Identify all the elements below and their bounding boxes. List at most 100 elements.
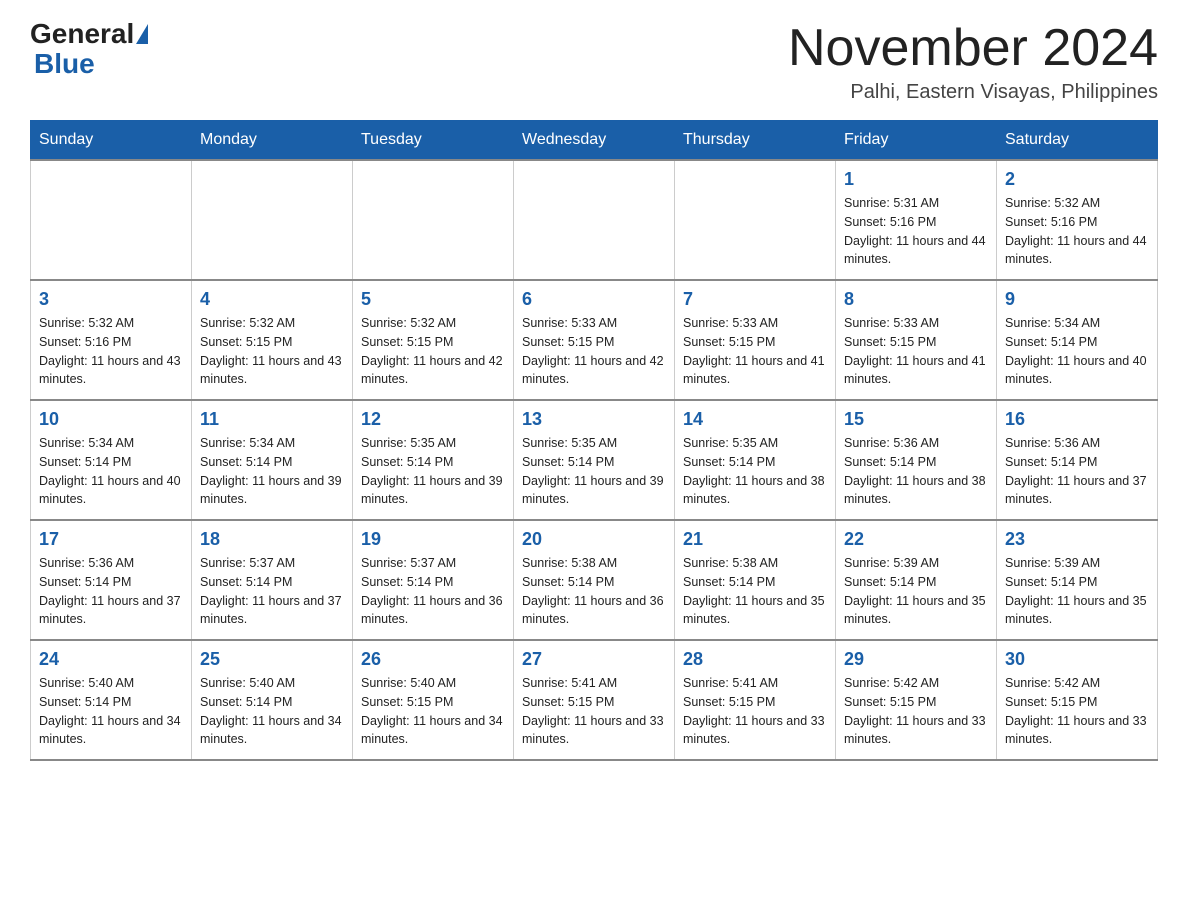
day-info: Sunrise: 5:40 AMSunset: 5:14 PMDaylight:… [39,674,183,749]
header-wednesday: Wednesday [514,121,675,161]
day-number: 4 [200,289,344,310]
day-info: Sunrise: 5:32 AMSunset: 5:16 PMDaylight:… [39,314,183,389]
logo-triangle-icon [136,24,148,44]
day-cell-w5-d7: 30 Sunrise: 5:42 AMSunset: 5:15 PMDayligh… [997,640,1158,760]
day-number: 22 [844,529,988,550]
day-cell-w3-d7: 16Sunrise: 5:36 AMSunset: 5:14 PMDayligh… [997,400,1158,520]
day-number: 19 [361,529,505,550]
day-number: 16 [1005,409,1149,430]
day-info: Sunrise: 5:33 AMSunset: 5:15 PMDaylight:… [844,314,988,389]
week-row-3: 10 Sunrise: 5:34 AMSunset: 5:14 PMDayligh… [31,400,1158,520]
day-cell-w1-d5 [675,160,836,280]
day-info: Sunrise: 5:35 AMSunset: 5:14 PMDaylight:… [361,434,505,509]
day-number: 6 [522,289,666,310]
day-number: 5 [361,289,505,310]
day-cell-w4-d7: 23Sunrise: 5:39 AMSunset: 5:14 PMDayligh… [997,520,1158,640]
day-cell-w4-d4: 20 Sunrise: 5:38 AMSunset: 5:14 PMDayligh… [514,520,675,640]
day-cell-w5-d4: 27Sunrise: 5:41 AMSunset: 5:15 PMDayligh… [514,640,675,760]
day-number: 25 [200,649,344,670]
day-info: Sunrise: 5:36 AMSunset: 5:14 PMDaylight:… [844,434,988,509]
day-info: Sunrise: 5:34 AMSunset: 5:14 PMDaylight:… [1005,314,1149,389]
day-number: 28 [683,649,827,670]
day-cell-w3-d4: 13 Sunrise: 5:35 AMSunset: 5:14 PMDayligh… [514,400,675,520]
title-area: November 2024 Palhi, Eastern Visayas, Ph… [788,20,1158,104]
logo-blue-text: Blue [34,48,95,79]
day-info: Sunrise: 5:40 AMSunset: 5:14 PMDaylight:… [200,674,344,749]
day-number: 1 [844,169,988,190]
page-header: General Blue November 2024 Palhi, Easter… [30,20,1158,104]
header-sunday: Sunday [31,121,192,161]
week-row-1: 1 Sunrise: 5:31 AMSunset: 5:16 PMDaylight… [31,160,1158,280]
day-cell-w3-d5: 14 Sunrise: 5:35 AMSunset: 5:14 PMDayligh… [675,400,836,520]
day-info: Sunrise: 5:38 AMSunset: 5:14 PMDaylight:… [522,554,666,629]
day-cell-w5-d2: 25 Sunrise: 5:40 AMSunset: 5:14 PMDayligh… [192,640,353,760]
day-info: Sunrise: 5:41 AMSunset: 5:15 PMDaylight:… [683,674,827,749]
day-info: Sunrise: 5:32 AMSunset: 5:16 PMDaylight:… [1005,194,1149,269]
day-cell-w5-d5: 28 Sunrise: 5:41 AMSunset: 5:15 PMDayligh… [675,640,836,760]
calendar-table: Sunday Monday Tuesday Wednesday Thursday… [30,120,1158,761]
day-number: 7 [683,289,827,310]
location-subtitle: Palhi, Eastern Visayas, Philippines [788,81,1158,104]
day-info: Sunrise: 5:34 AMSunset: 5:14 PMDaylight:… [200,434,344,509]
day-cell-w2-d6: 8Sunrise: 5:33 AMSunset: 5:15 PMDaylight… [836,280,997,400]
day-number: 10 [39,409,183,430]
day-cell-w4-d2: 18 Sunrise: 5:37 AMSunset: 5:14 PMDayligh… [192,520,353,640]
day-info: Sunrise: 5:31 AMSunset: 5:16 PMDaylight:… [844,194,988,269]
day-cell-w2-d2: 4 Sunrise: 5:32 AMSunset: 5:15 PMDaylight… [192,280,353,400]
day-info: Sunrise: 5:35 AMSunset: 5:14 PMDaylight:… [522,434,666,509]
day-info: Sunrise: 5:37 AMSunset: 5:14 PMDaylight:… [361,554,505,629]
day-cell-w5-d1: 24 Sunrise: 5:40 AMSunset: 5:14 PMDayligh… [31,640,192,760]
month-title: November 2024 [788,20,1158,77]
day-number: 29 [844,649,988,670]
day-cell-w1-d4 [514,160,675,280]
day-number: 21 [683,529,827,550]
week-row-2: 3Sunrise: 5:32 AMSunset: 5:16 PMDaylight… [31,280,1158,400]
day-number: 20 [522,529,666,550]
day-info: Sunrise: 5:33 AMSunset: 5:15 PMDaylight:… [683,314,827,389]
day-info: Sunrise: 5:40 AMSunset: 5:15 PMDaylight:… [361,674,505,749]
day-number: 26 [361,649,505,670]
logo: General Blue [30,20,150,80]
day-cell-w2-d5: 7 Sunrise: 5:33 AMSunset: 5:15 PMDaylight… [675,280,836,400]
day-number: 9 [1005,289,1149,310]
week-row-4: 17Sunrise: 5:36 AMSunset: 5:14 PMDayligh… [31,520,1158,640]
day-info: Sunrise: 5:38 AMSunset: 5:14 PMDaylight:… [683,554,827,629]
day-cell-w4-d5: 21 Sunrise: 5:38 AMSunset: 5:14 PMDayligh… [675,520,836,640]
day-cell-w2-d3: 5Sunrise: 5:32 AMSunset: 5:15 PMDaylight… [353,280,514,400]
day-cell-w1-d2 [192,160,353,280]
day-info: Sunrise: 5:42 AMSunset: 5:15 PMDaylight:… [1005,674,1149,749]
day-cell-w3-d3: 12 Sunrise: 5:35 AMSunset: 5:14 PMDayligh… [353,400,514,520]
day-info: Sunrise: 5:36 AMSunset: 5:14 PMDaylight:… [39,554,183,629]
day-number: 30 [1005,649,1149,670]
week-row-5: 24 Sunrise: 5:40 AMSunset: 5:14 PMDayligh… [31,640,1158,760]
day-info: Sunrise: 5:39 AMSunset: 5:14 PMDaylight:… [844,554,988,629]
day-number: 12 [361,409,505,430]
day-number: 2 [1005,169,1149,190]
day-number: 14 [683,409,827,430]
day-info: Sunrise: 5:37 AMSunset: 5:14 PMDaylight:… [200,554,344,629]
day-info: Sunrise: 5:33 AMSunset: 5:15 PMDaylight:… [522,314,666,389]
day-number: 18 [200,529,344,550]
header-tuesday: Tuesday [353,121,514,161]
header-monday: Monday [192,121,353,161]
day-cell-w1-d1 [31,160,192,280]
logo-general-text: General [30,20,134,48]
day-number: 11 [200,409,344,430]
day-cell-w4-d1: 17Sunrise: 5:36 AMSunset: 5:14 PMDayligh… [31,520,192,640]
day-cell-w1-d7: 2 Sunrise: 5:32 AMSunset: 5:16 PMDaylight… [997,160,1158,280]
header-saturday: Saturday [997,121,1158,161]
day-number: 27 [522,649,666,670]
day-cell-w4-d6: 22 Sunrise: 5:39 AMSunset: 5:14 PMDayligh… [836,520,997,640]
header-thursday: Thursday [675,121,836,161]
day-number: 15 [844,409,988,430]
day-cell-w2-d4: 6 Sunrise: 5:33 AMSunset: 5:15 PMDaylight… [514,280,675,400]
day-cell-w5-d3: 26 Sunrise: 5:40 AMSunset: 5:15 PMDayligh… [353,640,514,760]
day-cell-w5-d6: 29Sunrise: 5:42 AMSunset: 5:15 PMDayligh… [836,640,997,760]
day-info: Sunrise: 5:32 AMSunset: 5:15 PMDaylight:… [200,314,344,389]
day-cell-w2-d1: 3Sunrise: 5:32 AMSunset: 5:16 PMDaylight… [31,280,192,400]
day-info: Sunrise: 5:35 AMSunset: 5:14 PMDaylight:… [683,434,827,509]
day-cell-w1-d3 [353,160,514,280]
day-number: 13 [522,409,666,430]
day-number: 24 [39,649,183,670]
day-cell-w3-d2: 11 Sunrise: 5:34 AMSunset: 5:14 PMDayligh… [192,400,353,520]
